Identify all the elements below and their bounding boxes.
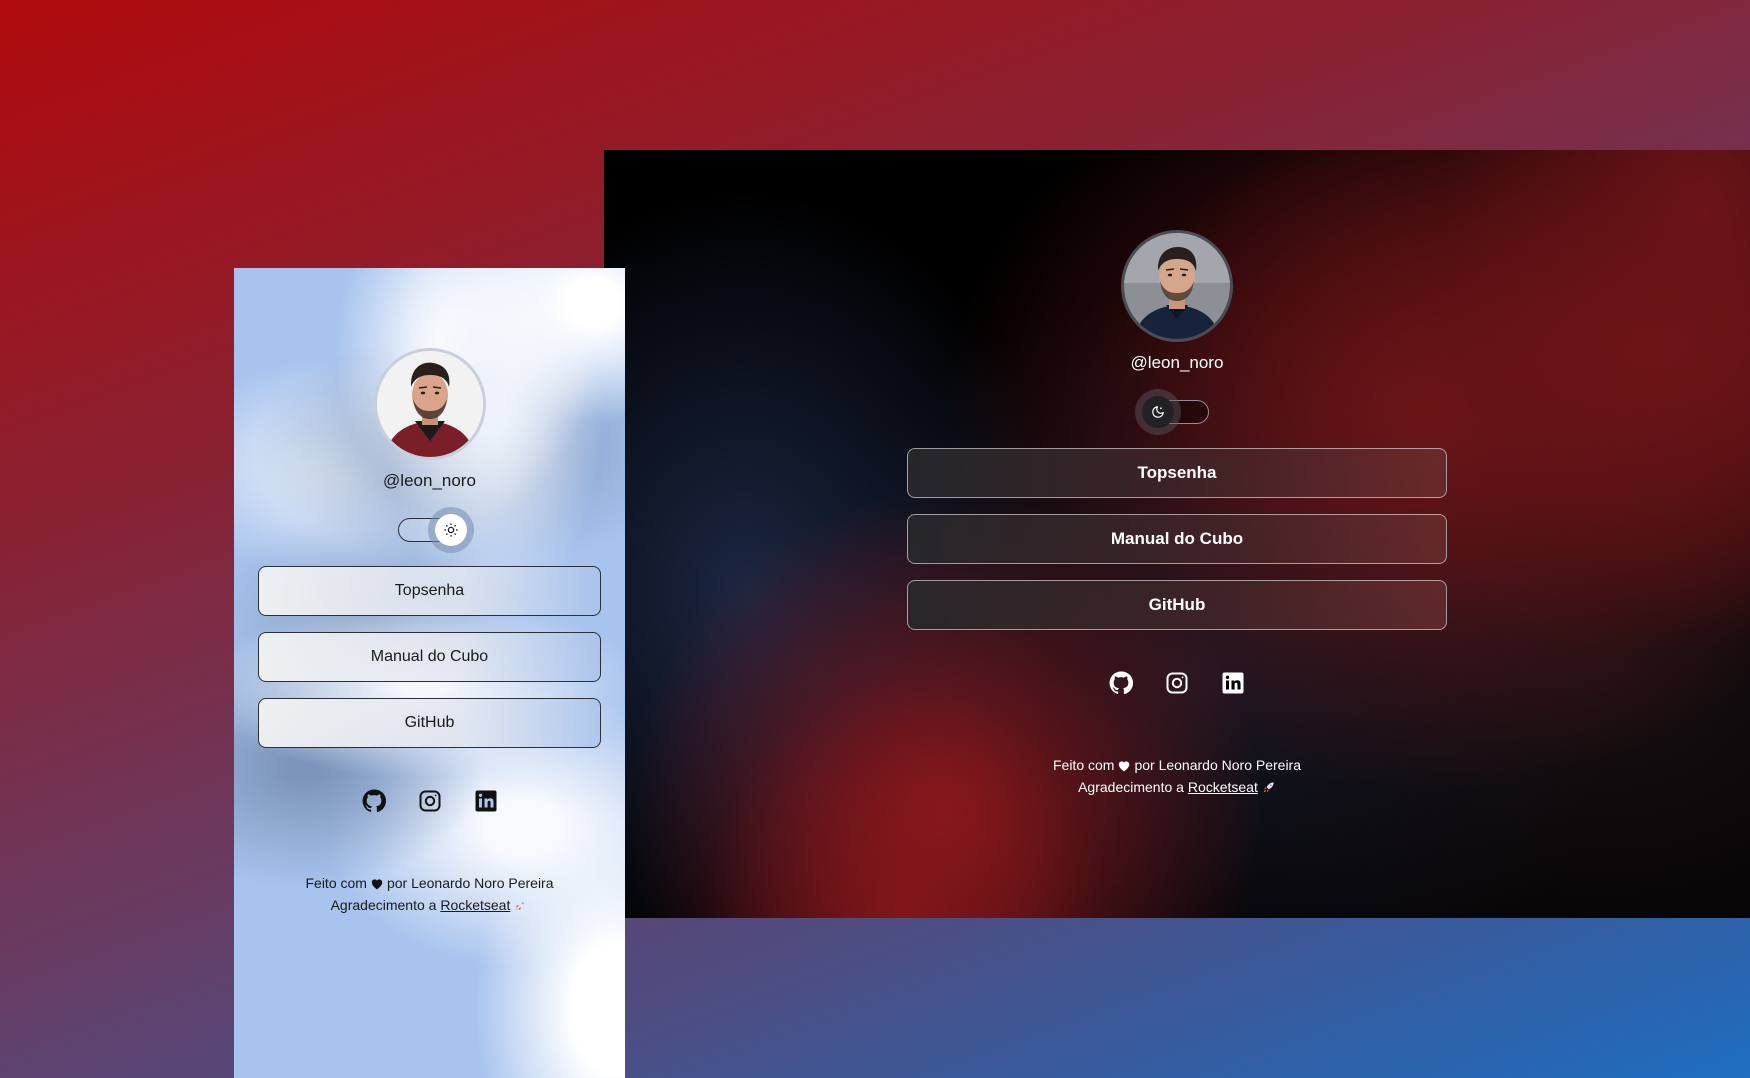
footer: Feito com por Leonardo Noro Pereira Agrad… [1053, 754, 1301, 798]
link-button-topsenha[interactable]: Topsenha [258, 566, 601, 616]
avatar-photo [376, 351, 483, 457]
rocket-icon [516, 900, 527, 911]
link-button-manual-do-cubo[interactable]: Manual do Cubo [258, 632, 601, 682]
instagram-icon[interactable] [417, 788, 443, 814]
profile-card-dark: @leon_noro Topsenha Manual do Cubo GitHu… [604, 150, 1750, 798]
footer-made-with: Feito com [305, 875, 367, 891]
footer-made-with: Feito com [1052, 757, 1115, 773]
footer-line-2: Agradecimento a Rocketseat [305, 894, 553, 916]
avatar-photo [1124, 233, 1230, 339]
username: @leon_noro [383, 471, 476, 490]
social-links [1108, 670, 1246, 696]
link-button-github[interactable]: GitHub [907, 580, 1447, 630]
linkedin-icon[interactable] [473, 788, 499, 814]
github-icon[interactable] [361, 788, 387, 814]
sun-icon [443, 523, 458, 537]
avatar [373, 348, 486, 460]
footer-thanks: Agradecimento a [330, 897, 437, 913]
link-button-manual-do-cubo[interactable]: Manual do Cubo [907, 514, 1447, 564]
footer: Feito com por Leonardo Noro Pereira Agrad… [305, 872, 553, 916]
avatar [1121, 230, 1233, 342]
profile-card-light: @leon_noro Topsenha Manual do Cubo GitHu… [234, 268, 625, 916]
link-button-github[interactable]: GitHub [258, 698, 601, 748]
mobile-preview-light: @leon_noro Topsenha Manual do Cubo GitHu… [234, 268, 625, 1078]
heart-icon [1119, 761, 1130, 772]
moon-icon [1152, 406, 1164, 418]
rocketseat-link[interactable]: Rocketseat [1188, 779, 1258, 795]
github-icon[interactable] [1108, 670, 1134, 696]
username: @leon_noro [1130, 353, 1224, 372]
toggle-knob[interactable] [1142, 396, 1174, 428]
theme-toggle[interactable] [1142, 396, 1209, 428]
footer-thanks: Agradecimento a [1078, 779, 1184, 795]
footer-line-1: Feito com por Leonardo Noro Pereira [305, 872, 553, 894]
heart-icon [371, 879, 383, 890]
toggle-knob[interactable] [434, 514, 467, 546]
link-button-topsenha[interactable]: Topsenha [907, 448, 1447, 498]
rocketseat-link[interactable]: Rocketseat [440, 897, 510, 913]
footer-line-2: Agradecimento a Rocketseat [1053, 776, 1301, 798]
desktop-preview-dark: @leon_noro Topsenha Manual do Cubo GitHu… [604, 150, 1750, 918]
linkedin-icon[interactable] [1220, 670, 1246, 696]
footer-author: por Leonardo Noro Pereira [386, 875, 554, 891]
footer-line-1: Feito com por Leonardo Noro Pereira [1053, 754, 1301, 776]
instagram-icon[interactable] [1164, 670, 1190, 696]
rocket-icon [1263, 782, 1274, 793]
theme-toggle[interactable] [397, 514, 467, 546]
social-links [361, 788, 499, 814]
footer-author: por Leonardo Noro Pereira [1134, 757, 1301, 773]
